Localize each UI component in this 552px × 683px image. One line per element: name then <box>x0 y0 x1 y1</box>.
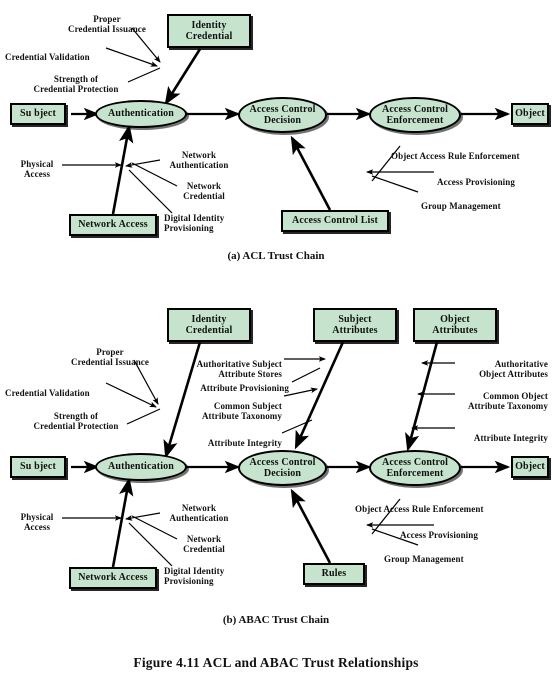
abac-annot-physical-access-text: Physical Access <box>20 511 54 533</box>
abac-node-access-control-enforcement[interactable]: Access Control Enforcement <box>369 450 461 486</box>
abac-node-network-access[interactable]: Network Access <box>69 567 157 589</box>
abac-annot-network-credential: Network Credential <box>173 523 235 555</box>
abac-node-subject-attributes[interactable]: Subject Attributes <box>313 308 397 342</box>
abac-node-object-attributes[interactable]: Object Attributes <box>413 308 497 342</box>
abac-annot-common-subject-attribute-taxonomy: Common Subject Attribute Taxonomy <box>176 390 282 422</box>
abac-annot-proper-credential-issuance: Proper Credential Issuance <box>55 336 165 368</box>
abac-network-link <box>62 477 178 568</box>
acl-annot-strength-of-credential-protection: Strength of Credential Protection <box>22 63 130 95</box>
abac-annot-network-authentication-text: Network Authentication <box>169 502 229 524</box>
acl-node-access-control-list-label: Access Control List <box>292 215 378 227</box>
abac-annot-network-authentication: Network Authentication <box>163 492 235 524</box>
acl-node-authentication-label: Authentication <box>108 108 174 120</box>
acl-annot-network-authentication: Network Authentication <box>163 139 235 171</box>
acl-node-authentication[interactable]: Authentication <box>95 100 187 128</box>
abac-annot-access-provisioning-text: Access Provisioning <box>400 529 478 540</box>
abac-annot-attribute-integrity-object-text: Attribute Integrity <box>473 432 548 443</box>
abac-node-object[interactable]: Object <box>511 456 549 478</box>
acl-node-network-access-label: Network Access <box>78 219 148 231</box>
abac-annot-group-management-text: Group Management <box>384 553 464 564</box>
acl-node-subject[interactable]: Su bject <box>10 103 66 125</box>
acl-node-access-control-enforcement-label: Access Control Enforcement <box>381 103 449 127</box>
acl-node-access-control-enforcement[interactable]: Access Control Enforcement <box>369 97 461 133</box>
acl-annot-network-authentication-text: Network Authentication <box>169 149 229 171</box>
abac-annot-proper-credential-issuance-text: Proper Credential Issuance <box>71 346 149 368</box>
abac-node-subject[interactable]: Su bject <box>10 456 66 478</box>
acl-annot-network-credential: Network Credential <box>173 170 235 202</box>
abac-annot-object-access-rule-enforcement: Object Access Rule Enforcement <box>355 493 515 514</box>
abac-subject-attributes-link <box>281 341 345 450</box>
acl-node-access-control-decision-label: Access Control Decision <box>249 103 316 127</box>
acl-annot-digital-identity-provisioning: Digital Identity Provisioning <box>164 202 246 234</box>
abac-node-identity-credential-label: Identity Credential <box>185 313 233 337</box>
abac-node-identity-credential[interactable]: Identity Credential <box>167 308 251 342</box>
abac-annot-digital-identity-provisioning: Digital Identity Provisioning <box>164 555 246 587</box>
abac-node-access-control-decision-label: Access Control Decision <box>249 456 316 480</box>
acl-annot-access-provisioning-text: Access Provisioning <box>437 176 515 187</box>
abac-node-access-control-decision[interactable]: Access Control Decision <box>238 450 327 486</box>
abac-annot-network-credential-text: Network Credential <box>183 533 225 555</box>
abac-annot-attribute-integrity-object: Attribute Integrity <box>452 422 548 443</box>
abac-node-rules-label: Rules <box>321 568 347 580</box>
abac-annot-physical-access: Physical Access <box>12 501 62 533</box>
subcaption-acl-text: (a) ACL Trust Chain <box>227 250 325 262</box>
abac-annot-authoritative-object-attributes-text: Authoritative Object Attributes <box>479 358 548 380</box>
acl-annot-proper-credential-issuance: Proper Credential Issuance <box>52 3 162 35</box>
abac-annot-digital-identity-provisioning-text: Digital Identity Provisioning <box>164 565 225 587</box>
figure-caption: Figure 4.11 ACL and ABAC Trust Relations… <box>0 655 552 671</box>
abac-node-object-attributes-label: Object Attributes <box>432 313 478 337</box>
abac-annot-attribute-integrity-subject-text: Attribute Integrity <box>207 437 282 448</box>
abac-annot-object-access-rule-enforcement-text: Object Access Rule Enforcement <box>355 503 484 514</box>
acl-annot-object-access-rule-enforcement: Object Access Rule Enforcement <box>391 140 551 161</box>
abac-node-object-label: Object <box>515 461 545 473</box>
abac-node-network-access-label: Network Access <box>78 572 148 584</box>
abac-annot-authoritative-object-attributes: Authoritative Object Attributes <box>440 348 548 380</box>
acl-annot-physical-access-text: Physical Access <box>20 158 54 180</box>
acl-list-link <box>290 135 332 211</box>
acl-node-network-access[interactable]: Network Access <box>69 214 157 236</box>
abac-node-authentication-label: Authentication <box>108 461 174 473</box>
acl-node-object-label: Object <box>515 108 545 120</box>
abac-annot-access-provisioning: Access Provisioning <box>400 519 510 540</box>
abac-node-rules[interactable]: Rules <box>303 563 365 585</box>
acl-node-access-control-list[interactable]: Access Control List <box>281 210 389 232</box>
acl-annot-object-access-rule-enforcement-text: Object Access Rule Enforcement <box>391 150 520 161</box>
acl-annot-network-credential-text: Network Credential <box>183 180 225 202</box>
acl-node-subject-label: Su bject <box>20 108 56 120</box>
acl-annot-digital-identity-provisioning-text: Digital Identity Provisioning <box>164 212 225 234</box>
abac-annot-credential-validation: Credential Validation <box>5 377 105 398</box>
abac-rules-link <box>290 488 332 564</box>
acl-annot-proper-credential-issuance-text: Proper Credential Issuance <box>68 13 146 35</box>
figure-caption-text: Figure 4.11 ACL and ABAC Trust Relations… <box>133 655 419 670</box>
abac-annot-attribute-integrity-subject: Attribute Integrity <box>186 427 282 448</box>
abac-annot-common-object-attribute-taxonomy: Common Object Attribute Taxonomy <box>440 380 548 412</box>
abac-node-subject-attributes-label: Subject Attributes <box>332 313 378 337</box>
abac-annot-common-subject-attribute-taxonomy-text: Common Subject Attribute Taxonomy <box>201 400 282 422</box>
subcaption-acl: (a) ACL Trust Chain <box>0 250 552 262</box>
acl-node-identity-credential-label: Identity Credential <box>185 19 233 43</box>
abac-node-access-control-enforcement-label: Access Control Enforcement <box>381 456 449 480</box>
acl-annot-access-provisioning: Access Provisioning <box>437 166 547 187</box>
acl-network-link <box>62 124 178 215</box>
abac-annot-group-management: Group Management <box>384 543 494 564</box>
acl-annot-group-management: Group Management <box>421 190 531 211</box>
acl-node-access-control-decision[interactable]: Access Control Decision <box>238 97 327 133</box>
acl-annot-credential-validation: Credential Validation <box>5 41 105 62</box>
acl-node-identity-credential[interactable]: Identity Credential <box>167 14 251 48</box>
subcaption-abac-text: (b) ABAC Trust Chain <box>222 614 330 626</box>
abac-annot-credential-validation-text: Credential Validation <box>5 387 90 398</box>
abac-annot-strength-of-credential-protection: Strength of Credential Protection <box>22 400 130 432</box>
acl-annot-strength-of-credential-protection-text: Strength of Credential Protection <box>33 73 119 95</box>
abac-annot-common-object-attribute-taxonomy-text: Common Object Attribute Taxonomy <box>467 390 548 412</box>
subcaption-abac: (b) ABAC Trust Chain <box>0 614 552 626</box>
figure-root: Su bject Authentication Access Control D… <box>0 0 552 683</box>
acl-annot-physical-access: Physical Access <box>12 148 62 180</box>
acl-annot-credential-validation-text: Credential Validation <box>5 51 90 62</box>
abac-node-subject-label: Su bject <box>20 461 56 473</box>
abac-node-authentication[interactable]: Authentication <box>95 453 187 481</box>
acl-node-object[interactable]: Object <box>511 103 549 125</box>
acl-annot-group-management-text: Group Management <box>421 200 501 211</box>
abac-annot-strength-of-credential-protection-text: Strength of Credential Protection <box>33 410 119 432</box>
